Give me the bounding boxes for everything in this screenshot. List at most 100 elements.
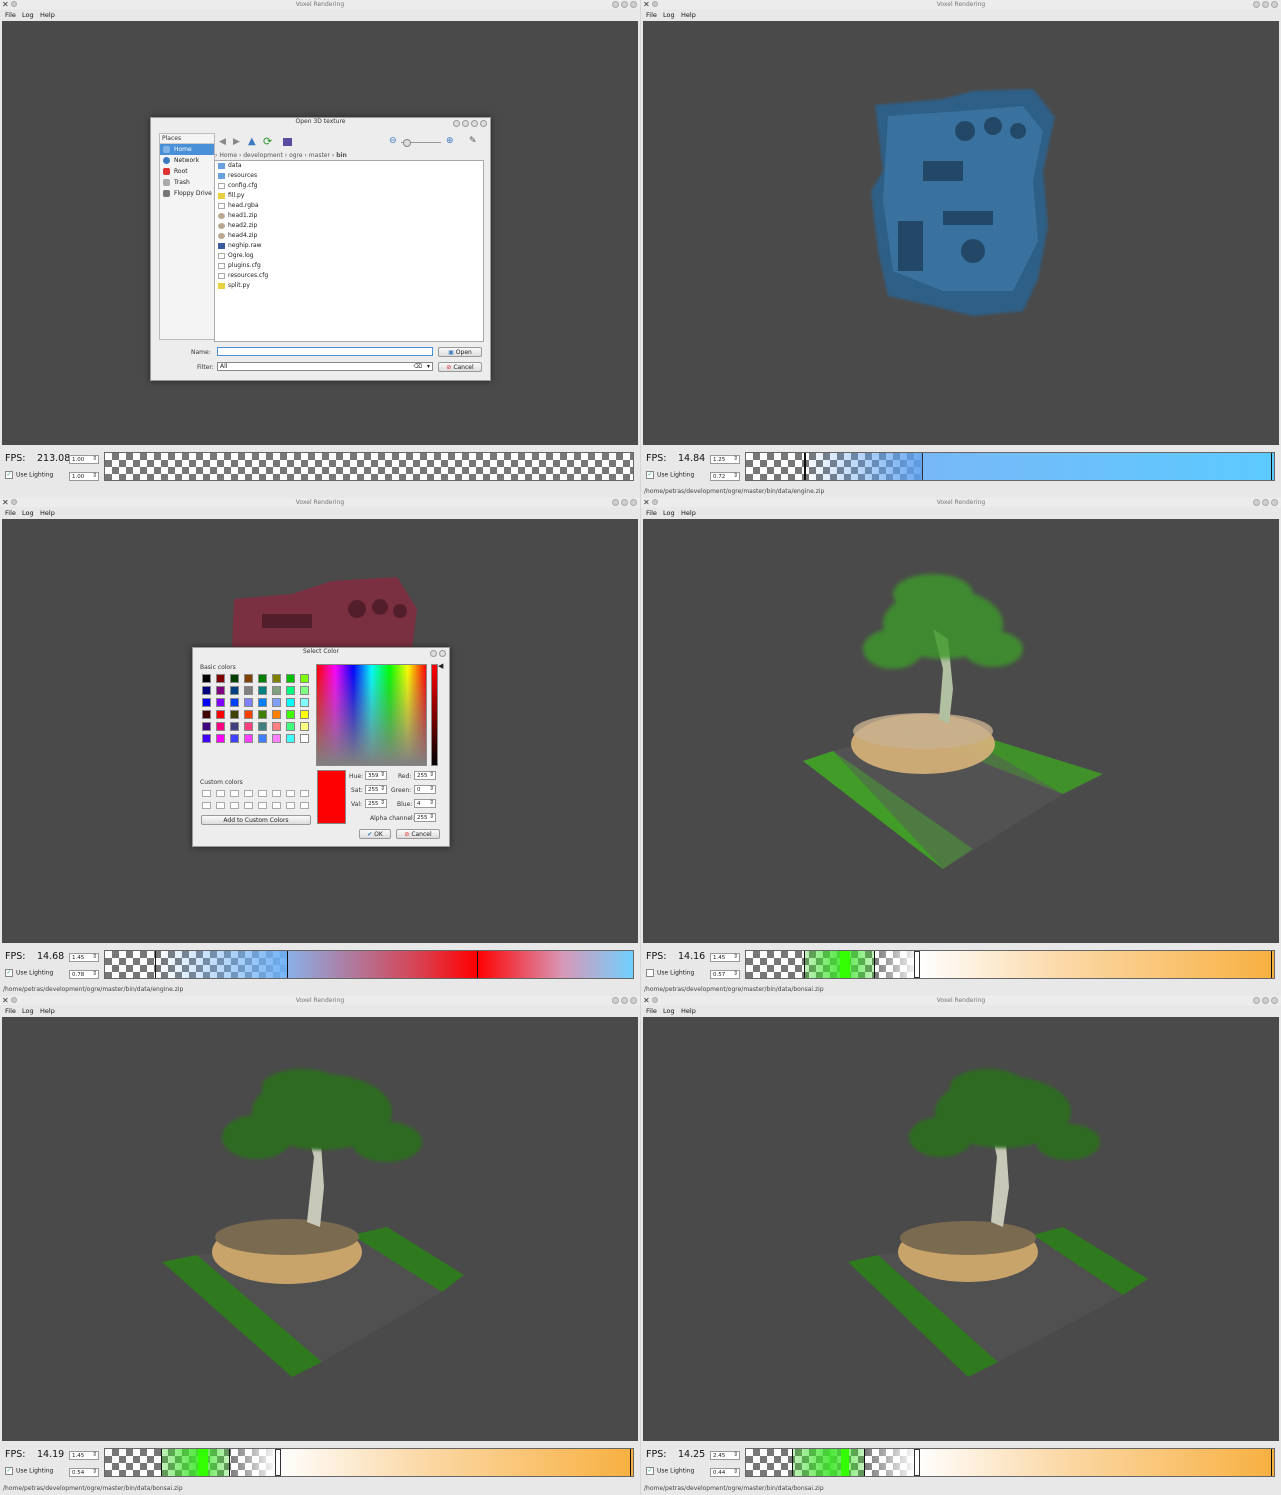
opacity-spinbox[interactable]: 0.72 [710, 472, 740, 481]
filter-select[interactable]: All ⌫ ▾ [217, 362, 433, 371]
basic-color-swatch[interactable] [216, 674, 225, 683]
cancel-button[interactable]: ⊘ Cancel [438, 362, 482, 372]
scale-spinbox[interactable]: 2.45 [710, 1451, 740, 1460]
basic-color-swatch[interactable] [258, 698, 267, 707]
ok-button[interactable]: ✔ OK [359, 829, 391, 839]
opacity-spinbox[interactable]: 0.54 [69, 1468, 99, 1477]
minimize-button[interactable] [612, 1, 619, 8]
menu-help[interactable]: Help [40, 1007, 55, 1015]
chevron-down-icon[interactable]: ▾ [427, 363, 430, 371]
basic-color-swatch[interactable] [230, 686, 239, 695]
menu-file[interactable]: File [646, 11, 657, 19]
basic-color-swatch[interactable] [272, 698, 281, 707]
help-button[interactable] [453, 120, 460, 127]
menu-file[interactable]: File [5, 11, 16, 19]
custom-color-swatch[interactable] [286, 790, 295, 797]
scale-spinbox[interactable]: 1.45 [69, 1451, 99, 1460]
close-button[interactable] [1271, 1, 1278, 8]
custom-color-swatch[interactable] [230, 790, 239, 797]
close-button[interactable] [1271, 997, 1278, 1004]
maximize-button[interactable] [621, 1, 628, 8]
lighting-checkbox[interactable]: ✓ [646, 1467, 654, 1475]
close-button[interactable] [630, 499, 637, 506]
basic-color-swatch[interactable] [216, 710, 225, 719]
custom-color-swatch[interactable] [202, 790, 211, 797]
menu-log[interactable]: Log [22, 509, 34, 517]
basic-color-swatch[interactable] [244, 722, 253, 731]
basic-color-swatch[interactable] [300, 686, 309, 695]
file-item[interactable]: resources.cfg [215, 271, 483, 281]
value-slider-arrow-icon[interactable]: ◀ [438, 662, 443, 670]
transfer-function-editor[interactable] [104, 452, 634, 481]
basic-color-swatch[interactable] [272, 722, 281, 731]
clear-icon[interactable]: ⌫ [414, 363, 422, 371]
custom-color-swatch[interactable] [244, 802, 253, 809]
opacity-spinbox[interactable]: 1.00 [69, 472, 99, 481]
hue-spinbox[interactable]: 359 [365, 771, 387, 780]
place-trash[interactable]: Trash [160, 177, 214, 188]
close-button[interactable] [630, 1, 637, 8]
blue-spinbox[interactable]: 4 [414, 799, 436, 808]
reload-icon[interactable]: ⟳ [263, 135, 272, 148]
transfer-function-editor[interactable] [745, 950, 1275, 979]
file-item[interactable]: config.cfg [215, 181, 483, 191]
minimize-button[interactable] [1253, 499, 1260, 506]
maximize-button[interactable] [1262, 499, 1269, 506]
scale-spinbox[interactable]: 1.00 [69, 455, 99, 464]
file-item[interactable]: head.rgba [215, 201, 483, 211]
close-button[interactable] [1271, 499, 1278, 506]
custom-color-swatch[interactable] [272, 802, 281, 809]
custom-color-swatch[interactable] [272, 790, 281, 797]
file-item[interactable]: head1.zip [215, 211, 483, 221]
basic-color-swatch[interactable] [258, 734, 267, 743]
place-network[interactable]: Network [160, 155, 214, 166]
menu-log[interactable]: Log [663, 1007, 675, 1015]
menu-log[interactable]: Log [22, 11, 34, 19]
transfer-function-editor[interactable] [745, 1448, 1275, 1477]
render-viewport[interactable] [643, 21, 1279, 445]
minimize-button[interactable] [430, 650, 437, 657]
menu-file[interactable]: File [5, 1007, 16, 1015]
name-input[interactable] [217, 347, 433, 356]
basic-color-swatch[interactable] [286, 734, 295, 743]
forward-icon[interactable]: ▶ [233, 137, 240, 147]
crumb-bin[interactable]: bin [336, 152, 347, 159]
custom-color-swatch[interactable] [244, 790, 253, 797]
crumb-ogre[interactable]: ogre [289, 152, 303, 159]
menu-help[interactable]: Help [681, 509, 696, 517]
basic-color-swatch[interactable] [272, 734, 281, 743]
custom-color-swatch[interactable] [230, 802, 239, 809]
minimize-button[interactable] [462, 120, 469, 127]
scale-spinbox[interactable]: 1.45 [69, 953, 99, 962]
custom-color-swatch[interactable] [258, 790, 267, 797]
minimize-button[interactable] [1253, 1, 1260, 8]
menu-help[interactable]: Help [40, 11, 55, 19]
lighting-checkbox[interactable]: ✓ [5, 471, 13, 479]
scale-spinbox[interactable]: 1.25 [710, 455, 740, 464]
new-folder-icon[interactable] [283, 138, 292, 146]
basic-color-swatch[interactable] [286, 722, 295, 731]
lighting-checkbox[interactable]: ✓ [5, 969, 13, 977]
settings-icon[interactable]: ✎ [469, 136, 477, 146]
basic-color-swatch[interactable] [272, 674, 281, 683]
opacity-spinbox[interactable]: 0.44 [710, 1468, 740, 1477]
lighting-checkbox[interactable]: ✓ [5, 1467, 13, 1475]
basic-color-swatch[interactable] [216, 734, 225, 743]
basic-color-swatch[interactable] [286, 698, 295, 707]
basic-color-swatch[interactable] [202, 722, 211, 731]
val-spinbox[interactable]: 255 [365, 799, 387, 808]
file-item[interactable]: head2.zip [215, 221, 483, 231]
menu-help[interactable]: Help [681, 1007, 696, 1015]
transfer-function-editor[interactable] [104, 1448, 634, 1477]
file-item[interactable]: fill.py [215, 191, 483, 201]
basic-color-swatch[interactable] [258, 686, 267, 695]
basic-color-swatch[interactable] [300, 674, 309, 683]
basic-color-swatch[interactable] [216, 698, 225, 707]
basic-color-swatch[interactable] [230, 734, 239, 743]
up-icon[interactable]: ▲ [248, 136, 256, 147]
lighting-row[interactable]: ✓ Use Lighting [5, 969, 53, 977]
file-item[interactable]: split.py [215, 281, 483, 291]
close-button[interactable] [630, 997, 637, 1004]
basic-color-swatch[interactable] [258, 710, 267, 719]
basic-color-swatch[interactable] [244, 698, 253, 707]
